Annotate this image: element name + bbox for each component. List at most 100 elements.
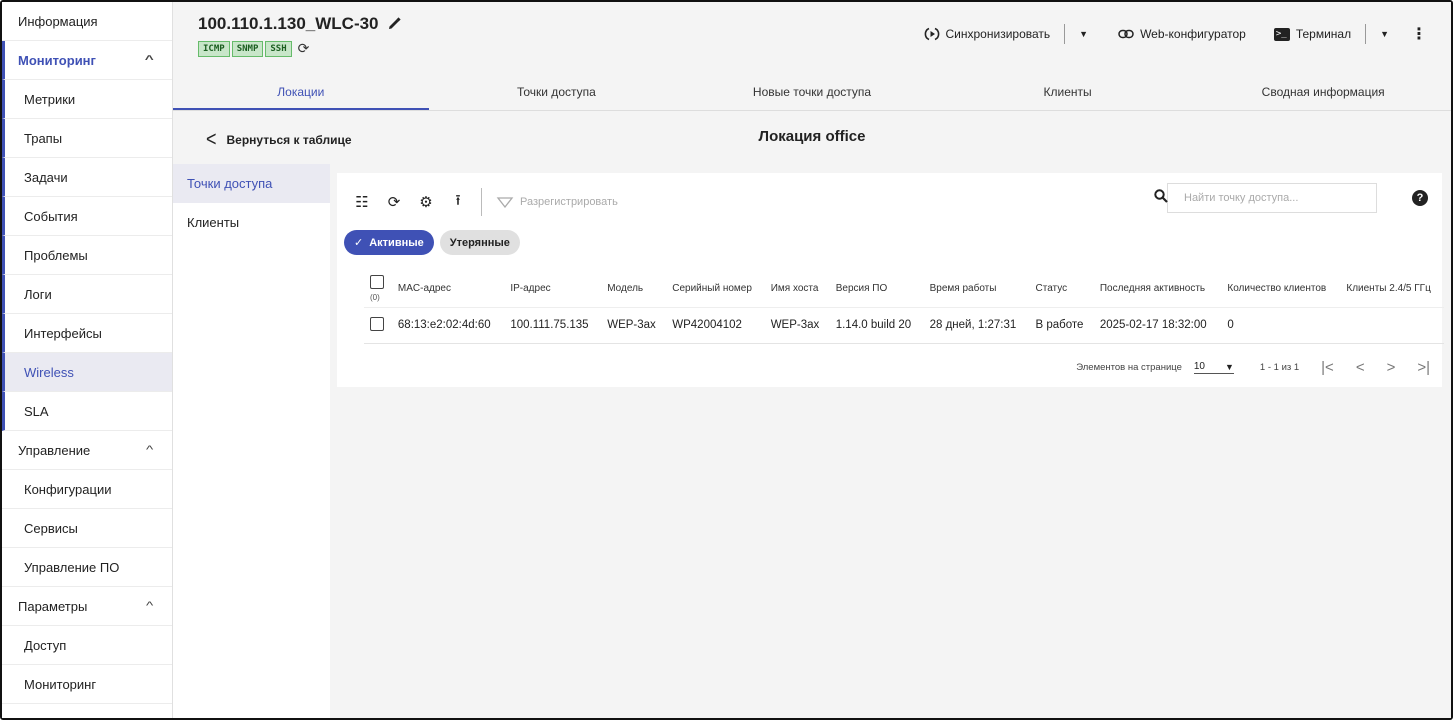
column-header[interactable]: Имя хоста bbox=[765, 271, 830, 307]
location-nav-access-points[interactable]: Точки доступа bbox=[173, 164, 330, 203]
sidebar-item-wireless[interactable]: Wireless bbox=[2, 353, 172, 392]
chevron-up-icon: ^ bbox=[145, 600, 154, 612]
tab-summary[interactable]: Сводная информация bbox=[1195, 74, 1451, 110]
sidebar-item-tasks[interactable]: Задачи bbox=[2, 158, 172, 197]
sidebar-item-logs[interactable]: Логи bbox=[2, 275, 172, 314]
sidebar-item-label: Мониторинг bbox=[18, 52, 96, 68]
chip-lost[interactable]: Утерянные bbox=[439, 230, 520, 255]
row-select-cell bbox=[364, 306, 392, 344]
sync-dropdown-icon[interactable]: ▼ bbox=[1079, 29, 1088, 39]
column-header[interactable]: Модель bbox=[601, 271, 666, 307]
column-header[interactable]: Количество клиентов bbox=[1221, 271, 1340, 307]
table-cell: WEP-3ax bbox=[764, 306, 830, 344]
table-cell: 1.14.0 build 20 bbox=[829, 306, 924, 344]
chip-active[interactable]: ✓ Активные bbox=[344, 230, 434, 255]
row-checkbox[interactable] bbox=[370, 316, 384, 331]
sidebar-group-monitoring[interactable]: Мониторинг ^ bbox=[2, 41, 172, 80]
column-header[interactable]: Последняя активность bbox=[1094, 271, 1222, 307]
device-header: 100.110.1.130_WLC-30 ICMP SNMP SSH ⟳ Син… bbox=[173, 2, 1451, 64]
select-all-checkbox[interactable] bbox=[370, 275, 384, 290]
per-page-select[interactable]: 10 ▼ bbox=[1193, 361, 1234, 374]
terminal-icon: >_ bbox=[1273, 27, 1290, 41]
search-input[interactable] bbox=[1184, 192, 1364, 204]
chevron-up-icon: ^ bbox=[144, 54, 154, 66]
chevron-left-icon: < bbox=[206, 126, 217, 151]
table-toolbar: ☷ ⟳ ⚙ ⭱ Разрегистрировать bbox=[353, 187, 618, 217]
access-points-table: (0) MAC-адрес IP-адрес Модель Серийный н… bbox=[364, 271, 1444, 344]
column-header[interactable]: Клиенты 2.4/5 ГГц bbox=[1340, 271, 1444, 307]
range-label: 1 - 1 из 1 bbox=[1259, 362, 1300, 373]
sidebar-item-metrics[interactable]: Метрики bbox=[2, 80, 172, 119]
sidebar-group-management[interactable]: Управление ^ bbox=[2, 431, 172, 470]
per-page-label: Элементов на странице bbox=[1076, 362, 1182, 373]
location-nav: Точки доступа Клиенты bbox=[173, 164, 330, 718]
refresh-icon[interactable]: ⟳ bbox=[298, 40, 310, 57]
table-cell bbox=[1340, 306, 1444, 344]
sidebar-item-configurations[interactable]: Конфигурации bbox=[2, 470, 172, 509]
sidebar-item-events[interactable]: События bbox=[2, 197, 172, 236]
columns-settings-icon[interactable]: ☷ bbox=[353, 193, 371, 211]
column-header[interactable]: Статус bbox=[1030, 271, 1094, 307]
divider bbox=[481, 188, 482, 216]
column-header[interactable]: Версия ПО bbox=[830, 271, 924, 307]
tab-locations[interactable]: Локации bbox=[173, 74, 429, 110]
column-header[interactable]: IP-адрес bbox=[504, 271, 601, 307]
badge-ssh: SSH bbox=[265, 40, 292, 57]
sidebar-item-monitoring-params[interactable]: Мониторинг bbox=[2, 665, 172, 704]
sidebar-item-sla[interactable]: SLA bbox=[2, 392, 172, 431]
tab-clients[interactable]: Клиенты bbox=[940, 74, 1196, 110]
terminal-button[interactable]: >_ Терминал bbox=[1273, 27, 1352, 41]
tab-new-access-points[interactable]: Новые точки доступа bbox=[684, 74, 940, 110]
help-icon[interactable]: ? bbox=[1412, 190, 1428, 206]
sidebar-item-firmware[interactable]: Управление ПО bbox=[2, 548, 172, 587]
sidebar-item-label: Мониторинг bbox=[24, 676, 97, 692]
next-page-icon[interactable]: > bbox=[1387, 359, 1396, 376]
select-all-cell: (0) bbox=[364, 271, 392, 307]
sidebar-item-label: Логи bbox=[24, 286, 52, 302]
sidebar-item-label: События bbox=[24, 208, 78, 224]
upload-icon[interactable]: ⭱ bbox=[449, 190, 467, 215]
sidebar-group-parameters[interactable]: Параметры ^ bbox=[2, 587, 172, 626]
sidebar-item-traps[interactable]: Трапы bbox=[2, 119, 172, 158]
location-bar: Локация office < Вернуться к таблице bbox=[173, 120, 1451, 157]
sidebar-item-label: Доступ bbox=[24, 637, 67, 653]
column-header[interactable]: MAC-адрес bbox=[392, 271, 504, 307]
sidebar-item-label: Параметры bbox=[18, 598, 88, 614]
web-configurator-button[interactable]: Web-конфигуратор bbox=[1118, 27, 1246, 41]
location-nav-clients[interactable]: Клиенты bbox=[173, 203, 330, 242]
per-page-value: 10 bbox=[1193, 361, 1205, 372]
column-header[interactable]: Серийный номер bbox=[666, 271, 764, 307]
badge-snmp: SNMP bbox=[231, 40, 264, 57]
sidebar-item-services[interactable]: Сервисы bbox=[2, 509, 172, 548]
table-row[interactable]: 68:13:e2:02:4d:60 100.111.75.135 WEP-3ax… bbox=[364, 306, 1444, 344]
back-to-table-button[interactable]: < Вернуться к таблице bbox=[206, 126, 352, 151]
sync-button[interactable]: Синхронизировать bbox=[924, 26, 1050, 42]
status-filter-chips: ✓ Активные Утерянные bbox=[344, 230, 520, 255]
tab-access-points[interactable]: Точки доступа bbox=[429, 74, 685, 110]
last-page-icon[interactable]: >| bbox=[1417, 359, 1430, 376]
chevron-down-icon: ▼ bbox=[1225, 361, 1234, 372]
sidebar-item-problems[interactable]: Проблемы bbox=[2, 236, 172, 275]
column-header[interactable]: Время работы bbox=[924, 271, 1030, 307]
gear-icon[interactable]: ⚙ bbox=[417, 193, 435, 211]
device-title: 100.110.1.130_WLC-30 bbox=[198, 14, 401, 34]
divider bbox=[1064, 24, 1066, 44]
main-area: 100.110.1.130_WLC-30 ICMP SNMP SSH ⟳ Син… bbox=[173, 2, 1451, 718]
edit-icon[interactable] bbox=[387, 17, 401, 31]
table-cell: WP42004102 bbox=[666, 306, 765, 344]
terminal-dropdown-icon[interactable]: ▼ bbox=[1380, 29, 1389, 39]
terminal-label: Терминал bbox=[1295, 27, 1352, 41]
sidebar-item-access[interactable]: Доступ bbox=[2, 626, 172, 665]
more-vert-icon[interactable]: ⋮ bbox=[1411, 24, 1427, 44]
sidebar-item-info[interactable]: Информация bbox=[2, 2, 172, 41]
back-label: Вернуться к таблице bbox=[226, 132, 352, 147]
table-cell: 28 дней, 1:27:31 bbox=[923, 306, 1030, 344]
prev-page-icon[interactable]: < bbox=[1356, 359, 1365, 376]
deregister-button[interactable]: Разрегистрировать bbox=[496, 196, 618, 208]
refresh-icon[interactable]: ⟳ bbox=[385, 193, 403, 211]
sidebar-item-interfaces[interactable]: Интерфейсы bbox=[2, 314, 172, 353]
first-page-icon[interactable]: |< bbox=[1321, 359, 1334, 376]
table-cell: 100.111.75.135 bbox=[504, 306, 602, 344]
main-tabs: Локации Точки доступа Новые точки доступ… bbox=[173, 74, 1451, 111]
sidebar-item-label: Метрики bbox=[24, 91, 76, 107]
